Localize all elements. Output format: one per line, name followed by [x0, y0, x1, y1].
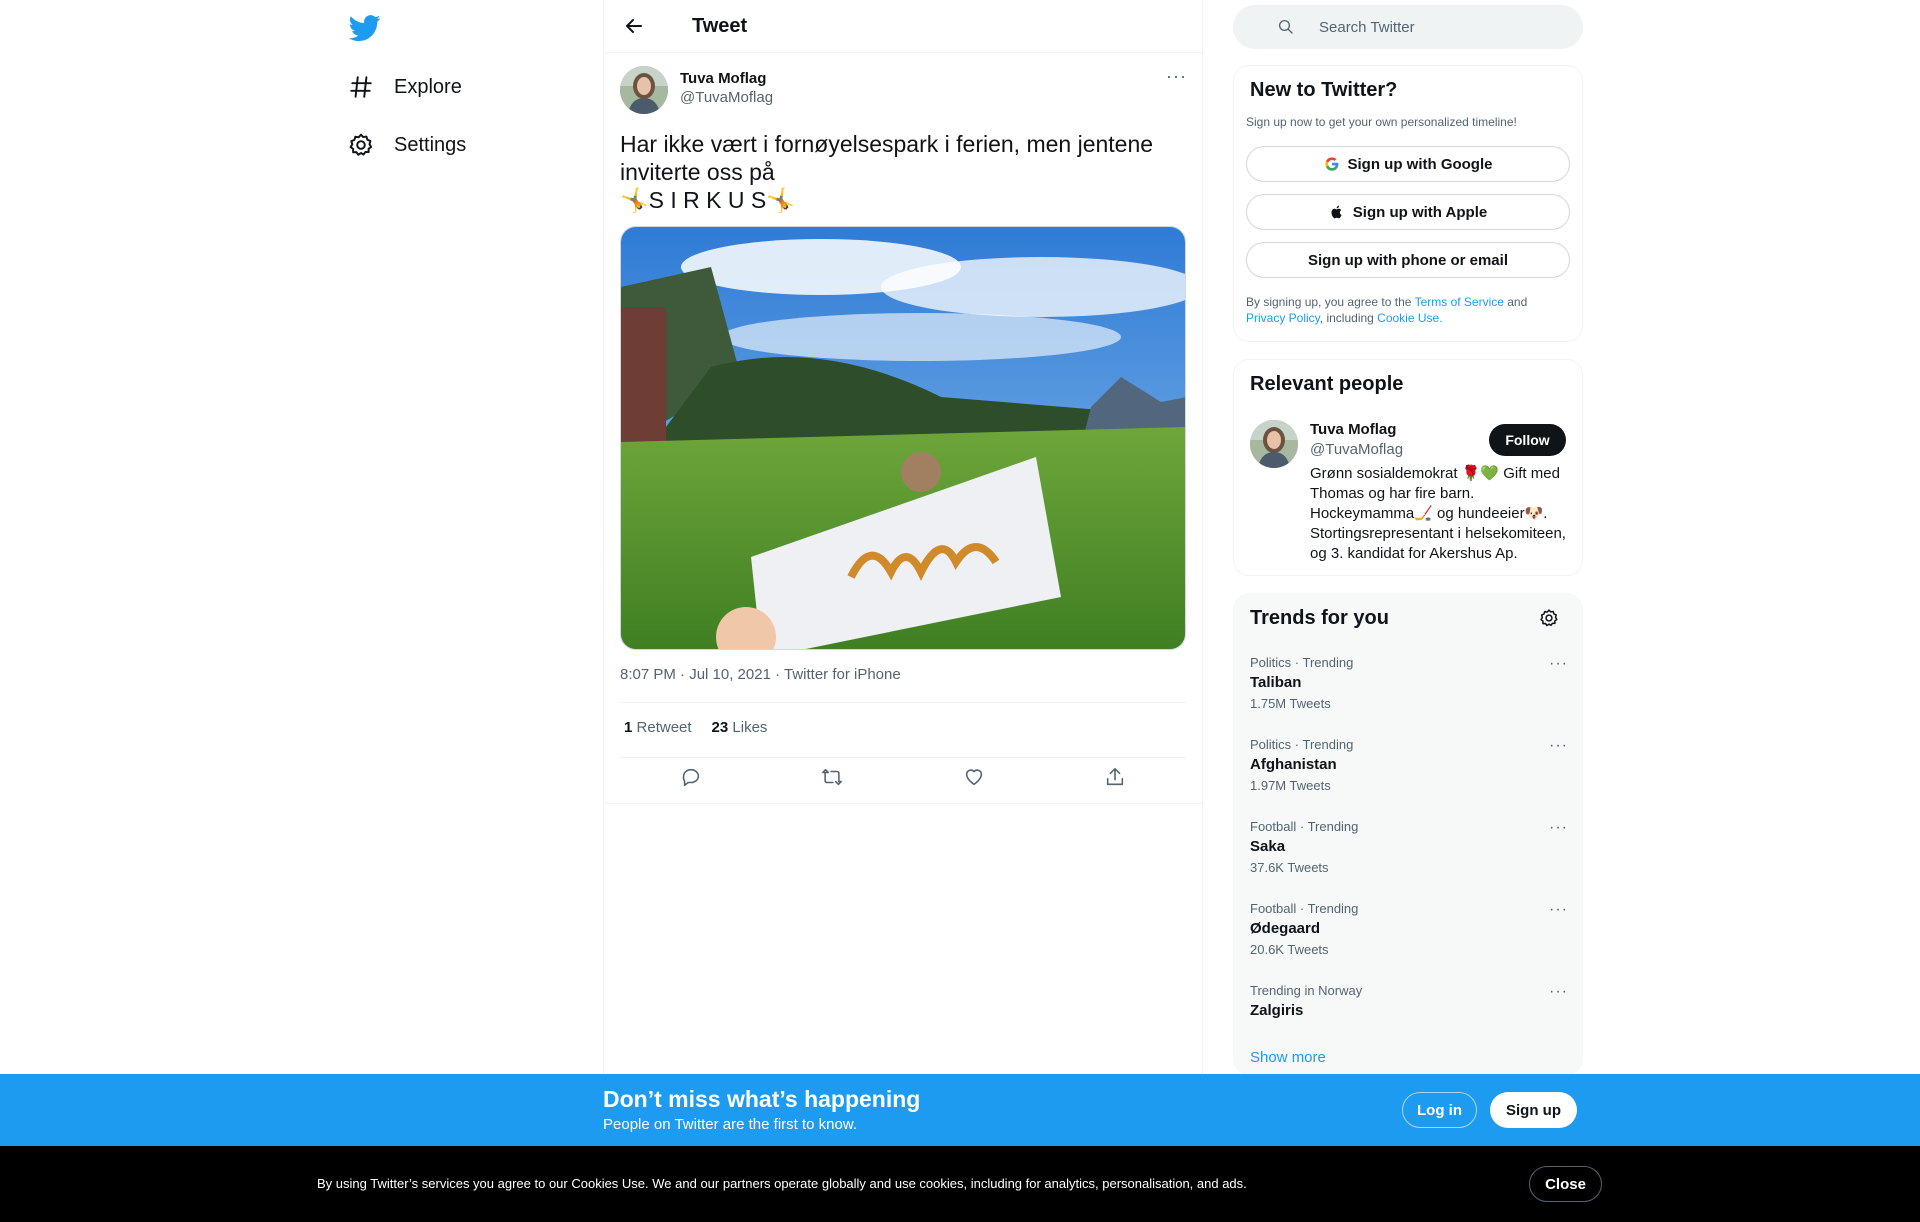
person-handle[interactable]: @TuvaMoflag — [1310, 441, 1403, 458]
trend-name: Zalgiris — [1250, 1002, 1304, 1019]
signup-apple-label: Sign up with Apple — [1352, 203, 1488, 221]
more-options-icon[interactable]: ··· — [1549, 655, 1568, 673]
legal-including: , including — [1319, 311, 1378, 325]
trend-item[interactable]: Football · Trending Saka 37.6K Tweets ··… — [1250, 819, 1568, 875]
page-header: Tweet — [604, 0, 1202, 53]
tweet-image[interactable] — [620, 226, 1186, 650]
more-options-icon[interactable]: ··· — [1549, 819, 1568, 837]
signup-google-label: Sign up with Google — [1347, 155, 1493, 173]
nav-item-settings[interactable]: Settings — [348, 125, 466, 165]
reply-icon[interactable] — [680, 766, 702, 793]
show-more-link[interactable]: Show more — [1250, 1049, 1326, 1066]
avatar[interactable] — [1250, 420, 1298, 468]
privacy-link[interactable]: Privacy Policy — [1246, 311, 1320, 325]
search-icon — [1277, 18, 1295, 36]
person-name[interactable]: Tuva Moflag — [1310, 421, 1403, 438]
trend-category: Trending in Norway — [1250, 983, 1363, 998]
more-options-icon[interactable]: ··· — [1549, 737, 1568, 755]
gear-icon[interactable] — [1539, 608, 1559, 628]
trend-category: Football · Trending — [1250, 901, 1359, 916]
page-title: Tweet — [692, 14, 748, 37]
login-button[interactable]: Log in — [1402, 1092, 1477, 1128]
divider — [620, 702, 1186, 703]
nav-item-label: Explore — [394, 75, 462, 98]
tweet-timestamp[interactable]: 8:07 PM · Jul 10, 2021 · Twitter for iPh… — [620, 666, 901, 683]
tweet-stats: 1 Retweet 23 Likes — [624, 719, 767, 736]
relevant-people-card: Relevant people Tuva Moflag @TuvaMoflag … — [1233, 359, 1583, 576]
legal-text: By signing up, you agree to the Terms of… — [1246, 294, 1576, 326]
trend-item[interactable]: Trending in Norway Zalgiris ··· — [1250, 983, 1568, 1019]
legal-prefix: By signing up, you agree to the — [1246, 295, 1415, 309]
nav-item-explore[interactable]: Explore — [348, 67, 462, 107]
tweet-actions — [620, 766, 1186, 793]
likes-stat[interactable]: 23 Likes — [712, 719, 768, 736]
prompt-title: Don’t miss what’s happening — [603, 1086, 921, 1112]
trend-category: Politics · Trending — [1250, 655, 1354, 670]
back-arrow-icon[interactable] — [622, 14, 646, 38]
trend-count: 37.6K Tweets — [1250, 860, 1329, 875]
tweet-author[interactable]: Tuva Moflag @TuvaMoflag — [620, 66, 773, 114]
trend-item[interactable]: Politics · Trending Afghanistan 1.97M Tw… — [1250, 737, 1568, 793]
signup-apple-button[interactable]: Sign up with Apple — [1246, 194, 1570, 230]
google-icon — [1324, 156, 1340, 172]
cookie-link[interactable]: Cookie Use. — [1377, 311, 1442, 325]
retweet-icon[interactable] — [821, 766, 843, 793]
author-handle[interactable]: @TuvaMoflag — [680, 89, 773, 106]
trend-count: 1.75M Tweets — [1250, 696, 1331, 711]
signup-prompt-bar: Don’t miss what’s happening People on Tw… — [0, 1074, 1920, 1146]
like-heart-icon[interactable] — [963, 766, 985, 793]
divider — [620, 757, 1186, 758]
close-button[interactable]: Close — [1529, 1166, 1602, 1202]
apple-icon — [1329, 204, 1345, 220]
trend-item[interactable]: Politics · Trending Taliban 1.75M Tweets… — [1250, 655, 1568, 711]
cookie-text: By using Twitter’s services you agree to… — [317, 1176, 1247, 1191]
retweets-stat[interactable]: 1 Retweet — [624, 719, 692, 736]
trend-category: Football · Trending — [1250, 819, 1359, 834]
avatar[interactable] — [620, 66, 668, 114]
signup-google-button[interactable]: Sign up with Google — [1246, 146, 1570, 182]
legal-and: and — [1503, 295, 1528, 309]
terms-link[interactable]: Terms of Service — [1415, 295, 1504, 309]
divider — [604, 803, 1202, 804]
trend-name: Ødegaard — [1250, 920, 1321, 937]
trend-category: Politics · Trending — [1250, 737, 1354, 752]
signup-card-title: New to Twitter? — [1250, 79, 1398, 101]
tweet-text: Har ikke vært i fornøyelsespark i ferien… — [620, 131, 1154, 213]
signup-button[interactable]: Sign up — [1490, 1092, 1577, 1128]
gear-icon — [348, 132, 374, 158]
cookie-banner: By using Twitter’s services you agree to… — [0, 1146, 1920, 1222]
twitter-bird-icon[interactable] — [348, 12, 382, 44]
author-name[interactable]: Tuva Moflag — [680, 70, 773, 87]
trend-name: Taliban — [1250, 674, 1302, 691]
more-options-icon[interactable]: ··· — [1549, 983, 1568, 1001]
trend-name: Saka — [1250, 838, 1286, 855]
more-options-icon[interactable]: ··· — [1166, 66, 1187, 87]
search-bar[interactable]: Search Twitter — [1233, 5, 1583, 49]
signup-phone-label: Sign up with phone or email — [1307, 251, 1508, 269]
trend-count: 20.6K Tweets — [1250, 942, 1329, 957]
trend-count: 1.97M Tweets — [1250, 778, 1331, 793]
trend-name: Afghanistan — [1250, 756, 1337, 773]
follow-button[interactable]: Follow — [1489, 424, 1566, 456]
share-icon[interactable] — [1104, 766, 1126, 793]
signup-subtitle: Sign up now to get your own personalized… — [1246, 115, 1517, 129]
trends-card: Trends for you Politics · Trending Talib… — [1233, 593, 1583, 1075]
prompt-subtitle: People on Twitter are the first to know. — [603, 1116, 858, 1133]
search-input[interactable]: Search Twitter — [1319, 19, 1415, 36]
signup-phone-email-button[interactable]: Sign up with phone or email — [1246, 242, 1570, 278]
trend-item[interactable]: Football · Trending Ødegaard 20.6K Tweet… — [1250, 901, 1568, 957]
more-options-icon[interactable]: ··· — [1549, 901, 1568, 919]
signup-card: New to Twitter? Sign up now to get your … — [1233, 65, 1583, 342]
main-column: Tweet Tuva Moflag @TuvaMoflag ··· Har ik… — [603, 0, 1203, 1222]
nav-item-label: Settings — [394, 133, 467, 156]
hashtag-icon — [348, 74, 374, 100]
trends-title: Trends for you — [1250, 607, 1389, 629]
relevant-people-title: Relevant people — [1250, 373, 1404, 395]
person-bio: Grønn sosialdemokrat 🌹💚 Gift med Thomas … — [1310, 465, 1566, 562]
